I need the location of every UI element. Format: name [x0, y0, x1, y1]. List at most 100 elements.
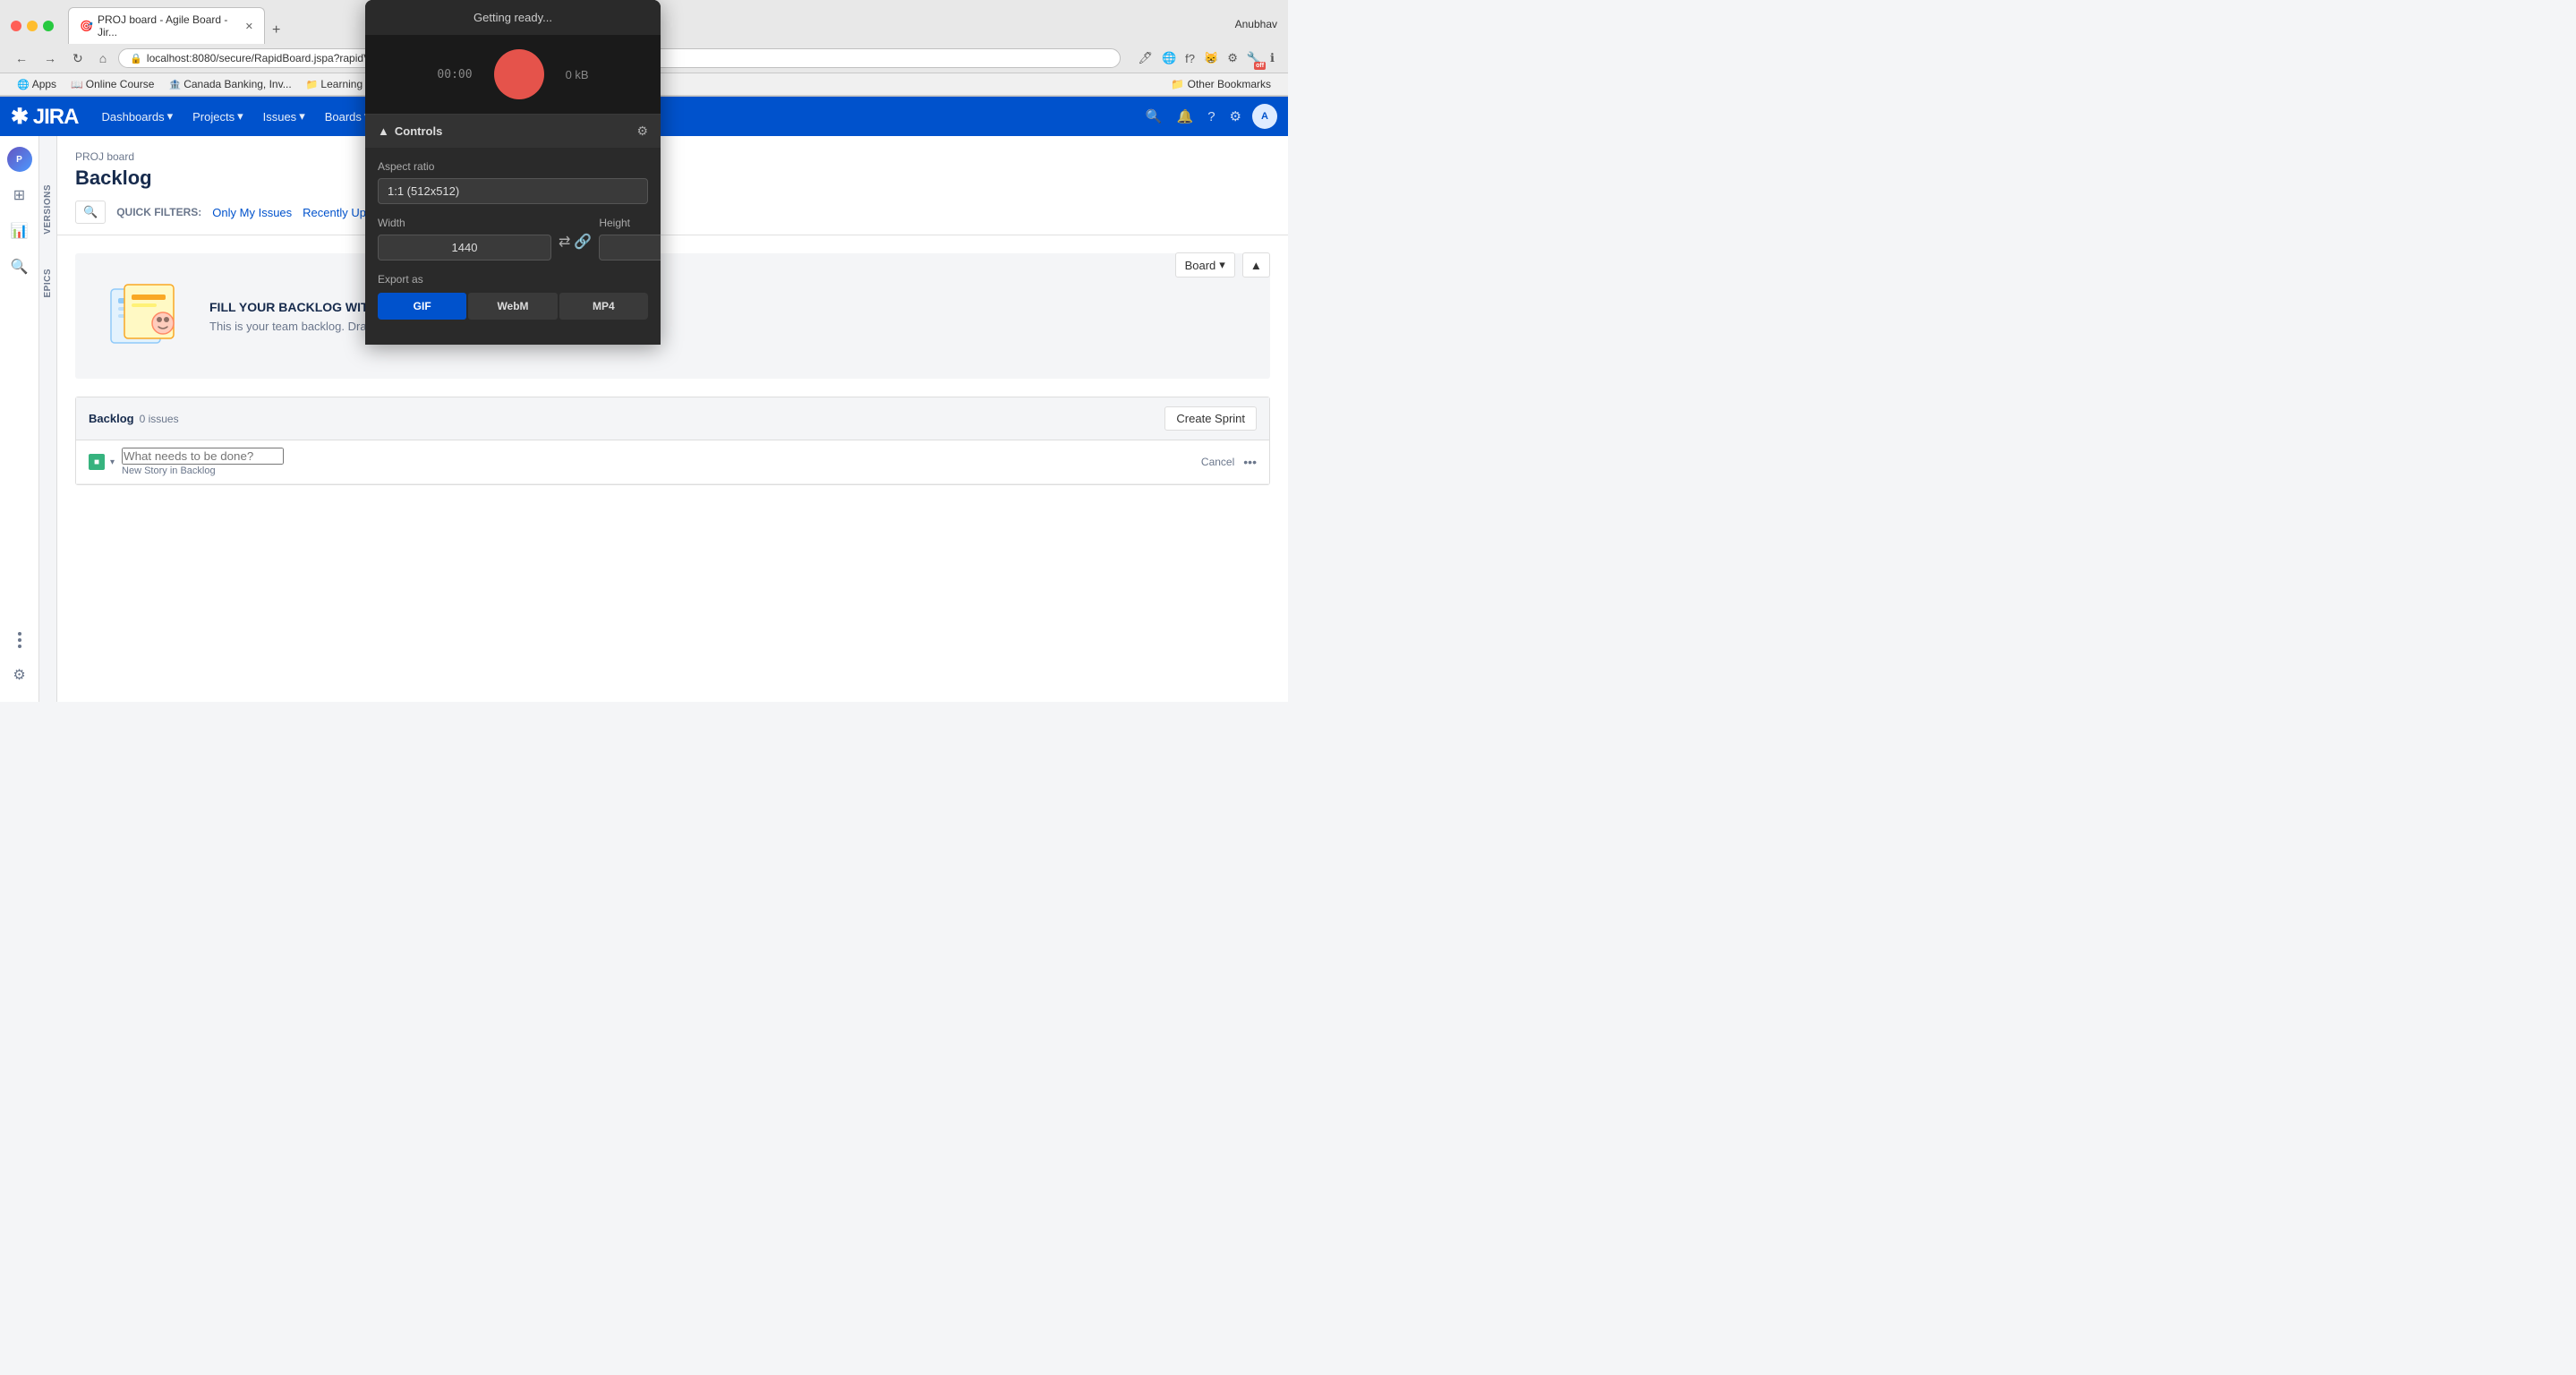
recording-status-text: Getting ready... [473, 11, 552, 24]
issue-more-button[interactable]: ••• [1243, 455, 1257, 469]
back-button[interactable]: ← [11, 49, 32, 67]
board-header: PROJ board Backlog 🔍 QUICK FILTERS: Only… [57, 136, 1288, 235]
bookmark-apps[interactable]: 🌐 Apps [11, 76, 63, 92]
nav-issues[interactable]: Issues ▾ [254, 104, 314, 129]
code-icon[interactable]: f? [1182, 48, 1198, 68]
nav-right: 🔍 🔔 ? ⚙ A [1142, 104, 1277, 129]
apps-icon: 🌐 [17, 79, 30, 90]
issue-type-icon: ■ [89, 454, 105, 470]
issue-cancel-button[interactable]: Cancel [1201, 456, 1234, 468]
page-title: Backlog [75, 167, 1270, 190]
issue-actions: Cancel ••• [1201, 455, 1257, 469]
controls-settings-icon[interactable]: ⚙ [636, 124, 648, 139]
sidebar-dots [18, 632, 21, 648]
settings-nav-icon[interactable]: ⚙ [1226, 105, 1245, 128]
home-button[interactable]: ⌂ [95, 49, 111, 67]
collapse-button[interactable]: ▲ [1242, 252, 1270, 278]
sidebar-project-avatar[interactable]: P [7, 147, 32, 172]
settings-icon[interactable]: ⚙ [1224, 48, 1241, 68]
sidebar-icon-board[interactable]: ⊞ [4, 179, 36, 211]
board-dropdown-label: Board [1185, 259, 1216, 272]
create-sprint-button[interactable]: Create Sprint [1164, 406, 1257, 431]
browser-user: Anubhav [1235, 18, 1277, 34]
left-sidebar: P ⊞ 📊 🔍 ⚙ [0, 136, 39, 702]
face-icon[interactable]: 😸 [1201, 48, 1221, 68]
quick-filters-label: QUICK FILTERS: [116, 206, 201, 218]
aspect-ratio-control: Aspect ratio 1:1 (512x512) 16:9 4:3 Cust… [378, 160, 648, 204]
recording-status: Getting ready... [365, 0, 661, 35]
recording-stop-button[interactable] [494, 49, 544, 99]
ssl-lock-icon: 🔒 [130, 53, 142, 64]
export-control: Export as GIF WebM MP4 [378, 273, 648, 320]
height-input[interactable] [599, 235, 661, 260]
bookmark-apps-label: Apps [32, 78, 56, 90]
off-badge: off [1254, 62, 1266, 70]
issue-subtext: New Story in Backlog [122, 465, 284, 476]
backlog-section-title: Backlog [89, 412, 134, 425]
issue-input-area: New Story in Backlog [122, 448, 284, 476]
tab-favicon: 🎯 [80, 20, 92, 32]
nav-projects-label: Projects [192, 110, 235, 124]
width-input[interactable] [378, 235, 551, 260]
issue-row: ■ ▾ New Story in Backlog Cancel ••• [76, 440, 1269, 484]
info-icon[interactable]: ℹ [1267, 48, 1277, 68]
backlog-count: 0 issues [140, 413, 179, 425]
tab-close-button[interactable]: ✕ [245, 21, 253, 32]
sidebar-icon-search[interactable]: 🔍 [4, 251, 36, 283]
new-tab-button[interactable]: + [267, 17, 286, 44]
board-dropdown-chevron: ▾ [1219, 258, 1225, 272]
search-box[interactable]: 🔍 [75, 201, 106, 224]
traffic-lights [11, 21, 54, 31]
user-avatar[interactable]: A [1252, 104, 1277, 129]
width-control: Width [378, 217, 551, 260]
reader-icon[interactable]: 🌐 [1159, 48, 1179, 68]
export-mp4-button[interactable]: MP4 [559, 293, 648, 320]
swap-dimensions-icon[interactable]: ⇄ [559, 233, 570, 251]
board-dropdown-button[interactable]: Board ▾ [1175, 252, 1235, 278]
vtab-epics[interactable]: EPICS [41, 265, 55, 302]
filter-search-icon: 🔍 [83, 205, 98, 219]
vtab-versions[interactable]: VERSIONS [41, 181, 55, 238]
extensions-icon[interactable]: 🖊 [1135, 48, 1156, 68]
help-icon[interactable]: ? [1204, 106, 1218, 128]
board-top-right: Board ▾ ▲ [1175, 252, 1270, 278]
controls-chevron-icon: ▲ [378, 124, 389, 138]
content-area: PROJ board Backlog 🔍 QUICK FILTERS: Only… [57, 136, 1288, 702]
recording-widget: Getting ready... 00:00 0 kB ▲ Controls ⚙… [365, 0, 661, 345]
aspect-ratio-label: Aspect ratio [378, 160, 648, 173]
bookmark-canada-banking[interactable]: 🏦 Canada Banking, Inv... [162, 76, 297, 92]
bookmark-learning[interactable]: 📁 Learning [300, 76, 369, 92]
minimize-traffic-light[interactable] [27, 21, 38, 31]
controls-header[interactable]: ▲ Controls ⚙ [365, 115, 661, 148]
nav-projects[interactable]: Projects ▾ [183, 104, 252, 129]
sidebar-icon-settings[interactable]: ⚙ [4, 659, 36, 691]
sidebar-icon-reports[interactable]: 📊 [4, 215, 36, 247]
recording-preview: 00:00 0 kB [365, 35, 661, 114]
export-webm-button[interactable]: WebM [468, 293, 557, 320]
recording-timer: 00:00 [437, 68, 472, 81]
forward-button[interactable]: → [39, 49, 61, 67]
maximize-traffic-light[interactable] [43, 21, 54, 31]
notification-icon[interactable]: 🔔 [1173, 105, 1198, 128]
only-my-issues-filter[interactable]: Only My Issues [212, 206, 292, 219]
reload-button[interactable]: ↻ [68, 49, 88, 68]
bookmark-online-course[interactable]: 📖 Online Course [64, 76, 160, 92]
vertical-tabs: VERSIONS EPICS [39, 136, 57, 702]
issue-text-input[interactable] [122, 448, 284, 465]
link-dimensions-icon[interactable]: 🔗 [574, 233, 592, 251]
export-gif-button[interactable]: GIF [378, 293, 466, 320]
close-traffic-light[interactable] [11, 21, 21, 31]
search-icon[interactable]: 🔍 [1142, 105, 1166, 128]
backlog-section: Backlog 0 issues Create Sprint ■ ▾ New S… [75, 397, 1270, 485]
other-bookmarks[interactable]: 📁 Other Bookmarks [1164, 76, 1277, 92]
aspect-ratio-select[interactable]: 1:1 (512x512) 16:9 4:3 Custom [378, 178, 648, 204]
nav-dashboards[interactable]: Dashboards ▾ [92, 104, 182, 129]
recording-size: 0 kB [566, 68, 589, 81]
jira-logo[interactable]: ✱ JIRA [11, 104, 78, 130]
breadcrumb: PROJ board [75, 150, 1270, 163]
width-label: Width [378, 217, 551, 229]
active-tab[interactable]: 🎯 PROJ board - Agile Board - Jir... ✕ [68, 7, 265, 44]
bookmark-canada-banking-label: Canada Banking, Inv... [183, 78, 292, 90]
tab-title: PROJ board - Agile Board - Jir... [98, 13, 236, 38]
issue-expand-chevron[interactable]: ▾ [110, 457, 115, 467]
